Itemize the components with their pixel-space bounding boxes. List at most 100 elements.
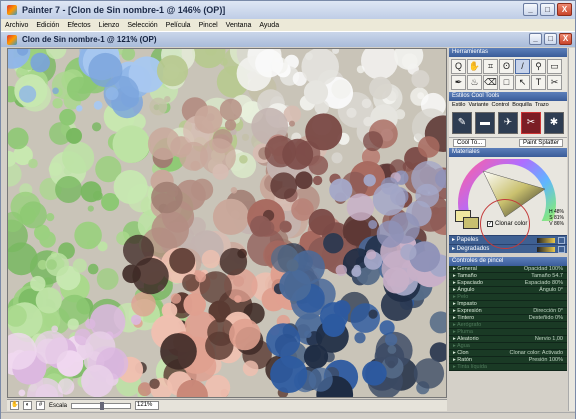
brush-tab-4[interactable]: Trazo: [535, 102, 549, 108]
magnifier-icon[interactable]: Q: [451, 59, 466, 74]
painting-canvas[interactable]: [7, 48, 447, 398]
paint-splatter: [131, 291, 156, 317]
highlight-circle: [480, 199, 530, 249]
brush-control-row[interactable]: ▸ Ángulo Ángulo 0°: [449, 287, 567, 294]
brush-category-dropdown[interactable]: Cool To...: [453, 139, 487, 147]
paint-splatter: [350, 303, 381, 333]
menu-item-7[interactable]: Ventana: [226, 22, 252, 29]
paint-splatter: [67, 318, 79, 330]
paint-splatter: [72, 258, 87, 273]
brush-control-row[interactable]: ▸ Clon Clonar color: Activado: [449, 350, 567, 357]
paint-splatter: [76, 105, 83, 112]
airbrush-brush-icon[interactable]: ✈: [498, 112, 518, 134]
paint-splatter: [59, 108, 76, 126]
zoom-slider-knob[interactable]: [100, 401, 105, 410]
brush-control-row[interactable]: ▸ Tinta líquida: [449, 364, 567, 371]
charcoal-brush-icon[interactable]: ▬: [475, 112, 495, 134]
brush-tab-1[interactable]: Variante: [468, 102, 488, 108]
brush-control-row[interactable]: ▸ Pluma: [449, 329, 567, 336]
brush-control-row[interactable]: ▸ Aerógrafo: [449, 322, 567, 329]
primary-color-swatch[interactable]: [463, 217, 479, 229]
brush-variant-dropdown[interactable]: Paint Splatter: [518, 139, 563, 147]
close-button[interactable]: X: [557, 3, 572, 16]
brush-control-row[interactable]: ▸ Ratón Presión 100%: [449, 357, 567, 364]
crop-icon[interactable]: ⌗: [483, 59, 498, 74]
menu-item-0[interactable]: Archivo: [5, 22, 28, 29]
hand-icon[interactable]: ✋: [467, 59, 482, 74]
palette-scrollbar[interactable]: [568, 48, 575, 411]
brush-control-row[interactable]: ▸ Agua: [449, 343, 567, 350]
tools-palette-title[interactable]: Herramientas: [449, 48, 567, 57]
paint-splatter: [354, 332, 366, 344]
paint-splatter: [55, 176, 83, 203]
pen-icon[interactable]: ✒: [451, 75, 466, 90]
tracing-icon[interactable]: ◐: [23, 401, 32, 410]
paint-splatter: [62, 141, 95, 174]
dropper-icon[interactable]: ⚲: [531, 59, 546, 74]
paint-splatter: [169, 247, 196, 274]
brush-control-row[interactable]: ▸ Expresión Dirección 0°: [449, 308, 567, 315]
menu-item-1[interactable]: Edición: [36, 22, 59, 29]
paint-splatter: [92, 122, 102, 132]
painting-image[interactable]: [8, 49, 446, 397]
menu-item-3[interactable]: Lienzo: [99, 22, 120, 29]
paint-splatter: [379, 320, 395, 336]
brush-tab-3[interactable]: Boquilla: [512, 102, 532, 108]
paint-splatter: [156, 55, 189, 87]
brush-control-row[interactable]: ▸ Pelo: [449, 294, 567, 301]
scissors-icon[interactable]: ✂: [547, 75, 562, 90]
drawer-toggle-icon[interactable]: [558, 246, 565, 253]
doc-minimize-button[interactable]: _: [529, 33, 542, 45]
brush-tab-2[interactable]: Control: [492, 102, 510, 108]
brush-control-value: Presión 100%: [528, 357, 563, 363]
select-icon[interactable]: ↖: [515, 75, 530, 90]
acrylic-brush-icon[interactable]: ✱: [544, 112, 564, 134]
brush-control-row[interactable]: ▸ General Opacidad 100%: [449, 266, 567, 273]
grid-icon[interactable]: #: [36, 401, 45, 410]
brush-control-row[interactable]: ▸ Tintero Desteñido 0%: [449, 315, 567, 322]
paint-splatter: [80, 181, 102, 203]
text-icon[interactable]: T: [531, 75, 546, 90]
brush-control-row[interactable]: ▸ Impasto: [449, 301, 567, 308]
zoom-value-field[interactable]: 121%: [135, 401, 160, 410]
menu-item-8[interactable]: Ayuda: [259, 22, 279, 29]
brush-control-value: [563, 294, 567, 300]
hand-icon[interactable]: ✋: [10, 401, 19, 410]
doc-close-button[interactable]: X: [559, 33, 572, 45]
rectangle-icon[interactable]: ▭: [547, 59, 562, 74]
paint-splatter: [242, 360, 259, 377]
materials-palette-title[interactable]: Materiales: [449, 148, 567, 157]
maximize-button[interactable]: □: [540, 3, 555, 16]
paint-splatter: [351, 267, 362, 277]
pencil-brush-icon[interactable]: ✎: [452, 112, 472, 134]
doc-maximize-button[interactable]: □: [544, 33, 557, 45]
brush-control-row[interactable]: ▸ Tamaño Tamaño 54.7: [449, 273, 567, 280]
menu-item-2[interactable]: Efectos: [67, 22, 90, 29]
brush-controls-title[interactable]: Controles de pincel: [449, 257, 567, 266]
brush-icon[interactable]: /: [515, 59, 530, 74]
menu-item-5[interactable]: Película: [166, 22, 191, 29]
brush-tab-0[interactable]: Estilo: [452, 102, 465, 108]
brush-palette-title[interactable]: Estilos Cool Tools: [449, 92, 567, 101]
lasso-icon[interactable]: ʘ: [499, 59, 514, 74]
paint-splatter: [34, 330, 68, 365]
paint-splatter: [331, 79, 351, 99]
menu-item-6[interactable]: Pincel: [199, 22, 218, 29]
menu-item-4[interactable]: Selección: [127, 22, 157, 29]
brush-control-row[interactable]: ▸ Espaciado Espaciado 80%: [449, 280, 567, 287]
brush-control-row[interactable]: ▸ Aleatorio Nervio 1,00: [449, 336, 567, 343]
eraser-icon[interactable]: ⌫: [483, 75, 498, 90]
paint-splatter: [194, 105, 223, 134]
paintbucket-icon[interactable]: ♨: [467, 75, 482, 90]
cloner-brush-icon[interactable]: ✂: [521, 112, 541, 134]
zoom-slider[interactable]: [71, 401, 132, 410]
shape-icon[interactable]: □: [499, 75, 514, 90]
paint-splatter: [411, 70, 430, 89]
paint-splatter: [418, 136, 440, 158]
paint-splatter: [81, 364, 114, 397]
brush-control-label: ▸ Tamaño: [453, 273, 477, 279]
minimize-button[interactable]: _: [523, 3, 538, 16]
drawer-toggle-icon[interactable]: [558, 237, 565, 244]
brush-control-value: Clonar color: Activado: [509, 350, 564, 356]
paint-splatter: [289, 120, 295, 127]
